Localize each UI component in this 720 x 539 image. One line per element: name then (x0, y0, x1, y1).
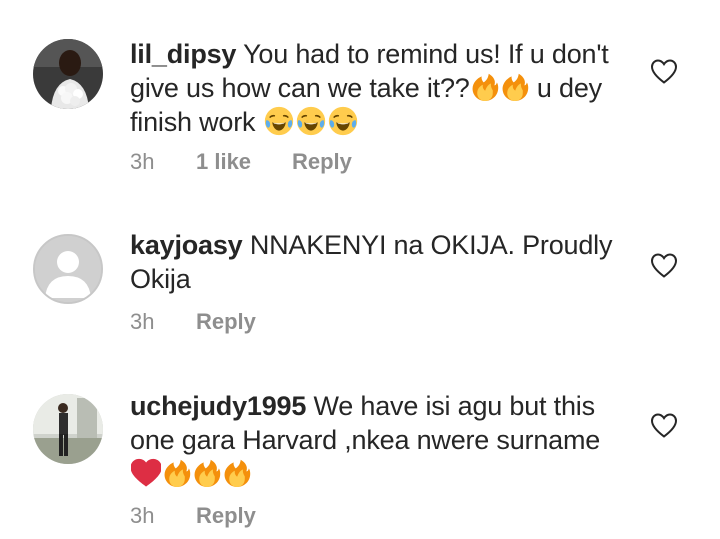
comment-text: uchejudy1995 We have isi agu but this on… (130, 389, 620, 491)
reply-button[interactable]: Reply (292, 149, 352, 175)
comment-text-line: finish work (130, 107, 256, 137)
comment-username[interactable]: lil_dipsy (130, 39, 236, 69)
comment-text-line: one gara Harvard ,nkea nwere surname (130, 425, 601, 455)
comment-username[interactable]: uchejudy1995 (130, 391, 306, 421)
avatar[interactable] (33, 234, 103, 304)
red-heart-emoji-icon (131, 458, 161, 488)
laughing-emoji-icon (328, 106, 358, 136)
reply-button[interactable]: Reply (196, 309, 256, 335)
like-heart-icon[interactable] (650, 412, 678, 438)
comment-text-line: We have isi agu but this (313, 391, 596, 421)
comment-text-line: Okija (130, 264, 191, 294)
comment-text-line: You had to remind us! If u don't (243, 39, 609, 69)
comment-meta: 3h Reply (130, 309, 256, 335)
avatar[interactable] (33, 39, 103, 109)
avatar-photo (33, 394, 103, 464)
avatar-photo (33, 39, 103, 109)
comment-meta: 3h 1 like Reply (130, 149, 352, 175)
comment-text-line: NNAKENYI na OKIJA. Proudly (249, 230, 613, 260)
reply-button[interactable]: Reply (196, 503, 256, 529)
comment-timestamp: 3h (130, 503, 155, 528)
avatar[interactable] (33, 394, 103, 464)
comment-timestamp: 3h (130, 309, 155, 334)
comment-timestamp: 3h (130, 149, 155, 174)
comment-username[interactable]: kayjoasy (130, 230, 243, 260)
fire-emoji-icon (163, 458, 191, 488)
like-heart-icon[interactable] (650, 252, 678, 278)
fire-emoji-icon (223, 458, 251, 488)
fire-emoji-icon (501, 72, 529, 102)
like-heart-icon[interactable] (650, 58, 678, 84)
laughing-emoji-icon (264, 106, 294, 136)
fire-emoji-icon (193, 458, 221, 488)
comment-text: kayjoasy NNAKENYI na OKIJA. Proudly Okij… (130, 228, 620, 296)
comment-text: lil_dipsy You had to remind us! If u don… (130, 37, 620, 139)
laughing-emoji-icon (296, 106, 326, 136)
comment-meta: 3h Reply (130, 503, 256, 529)
comment-text-line: u dey (536, 73, 602, 103)
default-avatar-icon (35, 236, 101, 302)
comment-likes-count[interactable]: 1 like (196, 149, 292, 175)
fire-emoji-icon (471, 72, 499, 102)
comment-text-line: give us how can we take it?? (130, 73, 470, 103)
